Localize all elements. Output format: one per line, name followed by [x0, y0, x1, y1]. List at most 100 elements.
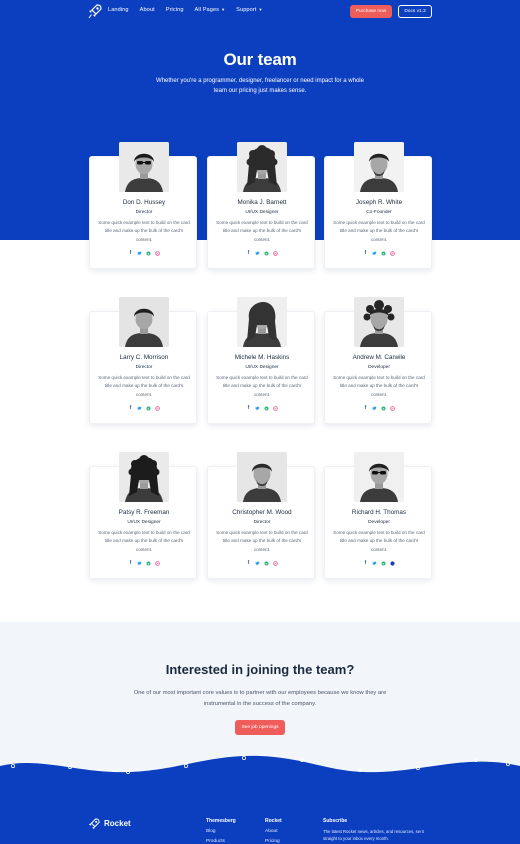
purchase-button[interactable]: Purchase now	[350, 5, 392, 18]
nav-link-label: Support	[236, 7, 257, 13]
job-openings-button[interactable]: See job openings	[235, 720, 285, 735]
member-description: Some quick example text to build on the …	[98, 220, 190, 242]
member-description: Some quick example text to build on the …	[216, 220, 308, 242]
social-links: fs	[90, 561, 198, 566]
top-navbar: Landing About Pricing All Pages ▼ Support…	[0, 0, 520, 24]
twitter-icon[interactable]	[137, 251, 142, 256]
nav-link-landing[interactable]: Landing	[108, 7, 129, 13]
skype-icon[interactable]: s	[381, 251, 386, 256]
twitter-icon[interactable]	[372, 251, 377, 256]
dribbble-icon[interactable]	[390, 561, 395, 566]
footer-wave	[0, 755, 520, 844]
skype-icon[interactable]: s	[264, 406, 269, 411]
skype-icon[interactable]: s	[264, 251, 269, 256]
skype-icon[interactable]: s	[381, 406, 386, 411]
facebook-icon[interactable]: f	[246, 406, 251, 411]
footer-link-pricing[interactable]: Pricing	[265, 839, 282, 844]
social-links: fs	[90, 406, 198, 411]
nav-link-label: About	[139, 7, 155, 13]
member-description: Some quick example text to build on the …	[216, 530, 308, 552]
team-card: Don D. Hussey Director Some quick example …	[89, 142, 198, 269]
facebook-icon[interactable]: f	[363, 561, 368, 566]
dribbble-icon[interactable]	[390, 251, 395, 256]
team-card: Patsy R. Freeman UI/UX Designer Some quick…	[89, 452, 198, 579]
avatar	[119, 452, 169, 502]
dribbble-icon[interactable]	[390, 406, 395, 411]
nav-dropdown-all-pages[interactable]: All Pages ▼	[195, 7, 226, 13]
twitter-icon[interactable]	[372, 561, 377, 566]
team-card: Michele M. Haskins UI/UX Designer Some qui…	[207, 297, 315, 424]
twitter-icon[interactable]	[137, 406, 142, 411]
join-text: One of our most important core values is…	[133, 690, 387, 707]
avatar	[119, 297, 169, 347]
team-card: Larry C. Morrison Director Some quick exam…	[89, 297, 198, 424]
footer-column-rocket: Rocket About Pricing	[265, 818, 282, 844]
avatar	[354, 142, 404, 192]
footer-link-products[interactable]: Products	[206, 839, 236, 844]
twitter-icon[interactable]	[137, 561, 142, 566]
member-role: Developer	[368, 365, 390, 370]
social-links: fs	[208, 251, 316, 256]
footer-link-about[interactable]: About	[265, 829, 282, 834]
facebook-icon[interactable]: f	[128, 251, 133, 256]
member-name: Richard H. Thomas	[351, 509, 407, 516]
member-role: UI/UX Designer	[245, 210, 279, 215]
dribbble-icon[interactable]	[155, 561, 160, 566]
dribbble-icon[interactable]	[155, 406, 160, 411]
avatar	[237, 297, 287, 347]
footer-link-rocket[interactable]: Rocket	[265, 818, 282, 824]
hero-subtitle: Whether you're a programmer, designer, f…	[156, 78, 364, 94]
dribbble-icon[interactable]	[273, 561, 278, 566]
facebook-icon[interactable]: f	[246, 561, 251, 566]
rocket-icon[interactable]	[88, 818, 100, 831]
social-links: fs	[208, 561, 316, 566]
nav-link-label: Landing	[108, 7, 129, 13]
member-role: UI/UX Designer	[245, 365, 279, 370]
skype-icon[interactable]: s	[264, 561, 269, 566]
subscribe-title: Subscribe	[323, 818, 348, 824]
facebook-icon[interactable]: f	[363, 251, 368, 256]
avatar	[354, 452, 404, 502]
dribbble-icon[interactable]	[273, 406, 278, 411]
docs-button[interactable]: Docs v1.3	[398, 5, 432, 18]
page-title: Our team	[223, 50, 297, 69]
member-name: Monika J. Barnett	[237, 199, 287, 206]
social-links: fs	[90, 251, 198, 256]
skype-icon[interactable]: s	[146, 251, 151, 256]
social-links: fs	[325, 561, 433, 566]
twitter-icon[interactable]	[255, 406, 260, 411]
skype-icon[interactable]: s	[381, 561, 386, 566]
nav-link-about[interactable]: About	[140, 7, 155, 13]
dribbble-icon[interactable]	[155, 251, 160, 256]
skype-icon[interactable]: s	[146, 406, 151, 411]
member-name: Christopher M. Wood	[232, 509, 292, 516]
member-description: Some quick example text to build on the …	[98, 530, 190, 552]
member-description: Some quick example text to build on the …	[333, 375, 425, 397]
footer-link-blog[interactable]: Blog	[206, 829, 236, 834]
twitter-icon[interactable]	[255, 561, 260, 566]
rocket-icon[interactable]	[88, 4, 102, 19]
avatar	[354, 297, 404, 347]
team-card: Monika J. Barnett UI/UX Designer Some quic…	[207, 142, 316, 269]
facebook-icon[interactable]: f	[128, 561, 133, 566]
twitter-icon[interactable]	[372, 406, 377, 411]
avatar	[237, 452, 287, 502]
avatar	[237, 142, 287, 192]
member-description: Some quick example text to build on the …	[333, 220, 425, 242]
facebook-icon[interactable]: f	[363, 406, 368, 411]
member-name: Joseph R. White	[355, 199, 403, 206]
twitter-icon[interactable]	[255, 251, 260, 256]
skype-icon[interactable]: s	[146, 561, 151, 566]
avatar	[119, 142, 169, 192]
facebook-icon[interactable]: f	[128, 406, 133, 411]
footer-link-themesberg[interactable]: Themesberg	[206, 818, 236, 824]
member-description: Some quick example text to build on the …	[216, 375, 308, 397]
dribbble-icon[interactable]	[273, 251, 278, 256]
chevron-down-icon: ▼	[221, 7, 226, 12]
nav-link-label: Pricing	[165, 7, 184, 13]
social-links: fs	[325, 251, 433, 256]
chevron-down-icon: ▼	[258, 7, 263, 12]
nav-link-pricing[interactable]: Pricing	[166, 7, 184, 13]
facebook-icon[interactable]: f	[246, 251, 251, 256]
nav-dropdown-support[interactable]: Support ▼	[236, 7, 262, 13]
